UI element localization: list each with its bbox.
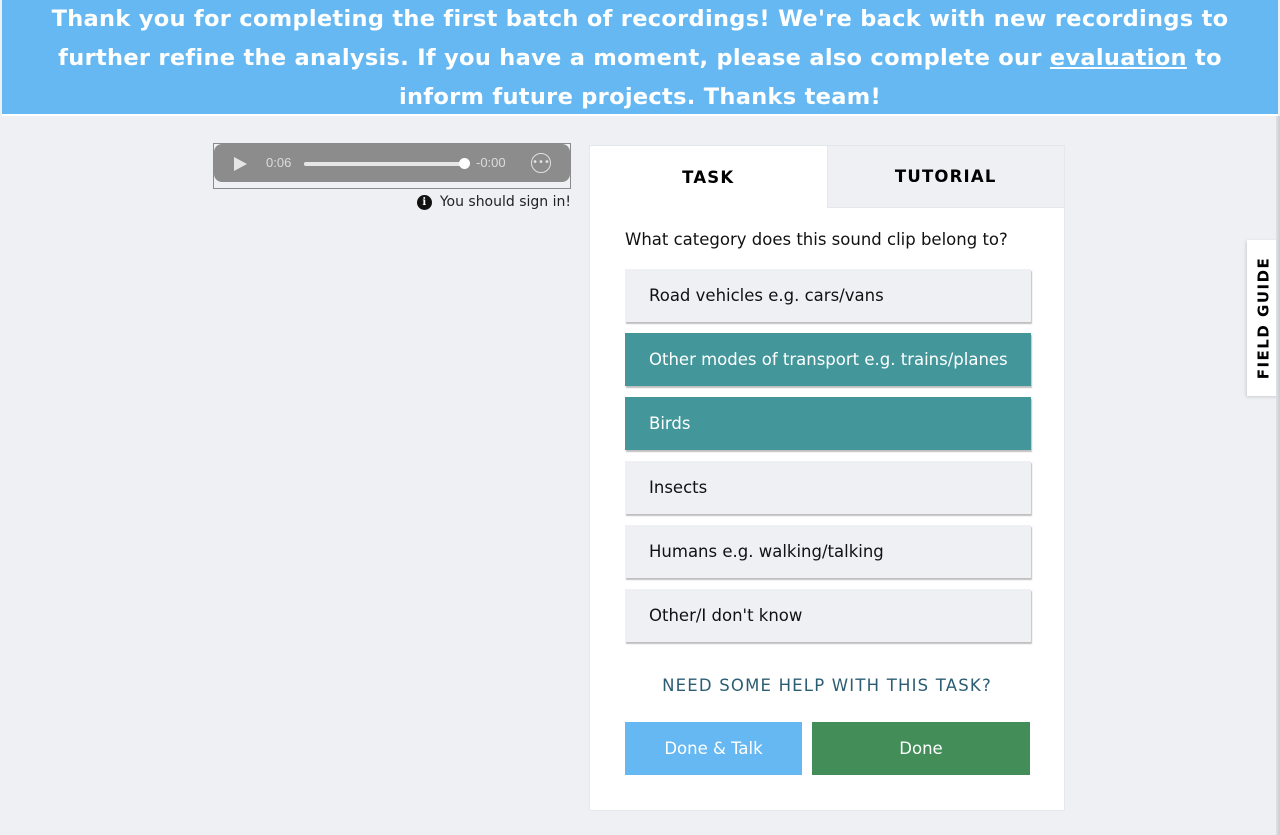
signin-notice: i You should sign in! <box>380 191 571 213</box>
remaining-time: -0:00 <box>476 155 506 170</box>
answer-insects[interactable]: Insects <box>625 461 1031 514</box>
answer-humans[interactable]: Humans e.g. walking/talking <box>625 525 1031 578</box>
more-options-icon[interactable]: ••• <box>531 153 551 173</box>
audio-player[interactable]: 0:06 -0:00 ••• <box>214 144 570 182</box>
answer-other-dont-know[interactable]: Other/I don't know <box>625 589 1031 642</box>
info-icon: i <box>416 194 432 210</box>
tab-task[interactable]: TASK <box>590 146 827 208</box>
evaluation-link[interactable]: evaluation <box>1050 45 1187 71</box>
tab-tutorial[interactable]: TUTORIAL <box>826 146 1064 208</box>
audio-player-container: 0:06 -0:00 ••• <box>213 143 571 189</box>
done-and-talk-button[interactable]: Done & Talk <box>625 722 802 775</box>
audio-progress-knob[interactable] <box>458 158 470 169</box>
play-icon[interactable] <box>232 156 248 172</box>
answer-road-vehicles[interactable]: Road vehicles e.g. cars/vans <box>625 269 1031 322</box>
audio-progress-track[interactable] <box>304 158 470 169</box>
current-time: 0:06 <box>266 155 292 170</box>
panel-tabs: TASK TUTORIAL <box>590 146 1064 208</box>
audio-progress-fill <box>304 162 464 166</box>
done-button[interactable]: Done <box>812 722 1030 775</box>
scrollbar-edge <box>1276 116 1280 835</box>
signin-text: You should sign in! <box>439 194 571 210</box>
help-link[interactable]: NEED SOME HELP WITH THIS TASK? <box>590 676 1064 695</box>
field-guide-label: FIELD GUIDE <box>1254 256 1273 380</box>
announcement-banner: Thank you for completing the first batch… <box>2 0 1278 116</box>
task-question: What category does this sound clip belon… <box>625 230 1008 249</box>
answer-birds[interactable]: Birds <box>625 397 1031 450</box>
task-panel: TASK TUTORIAL What category does this so… <box>589 145 1065 811</box>
answer-list: Road vehicles e.g. cars/vans Other modes… <box>625 269 1031 653</box>
answer-other-transport[interactable]: Other modes of transport e.g. trains/pla… <box>625 333 1031 386</box>
